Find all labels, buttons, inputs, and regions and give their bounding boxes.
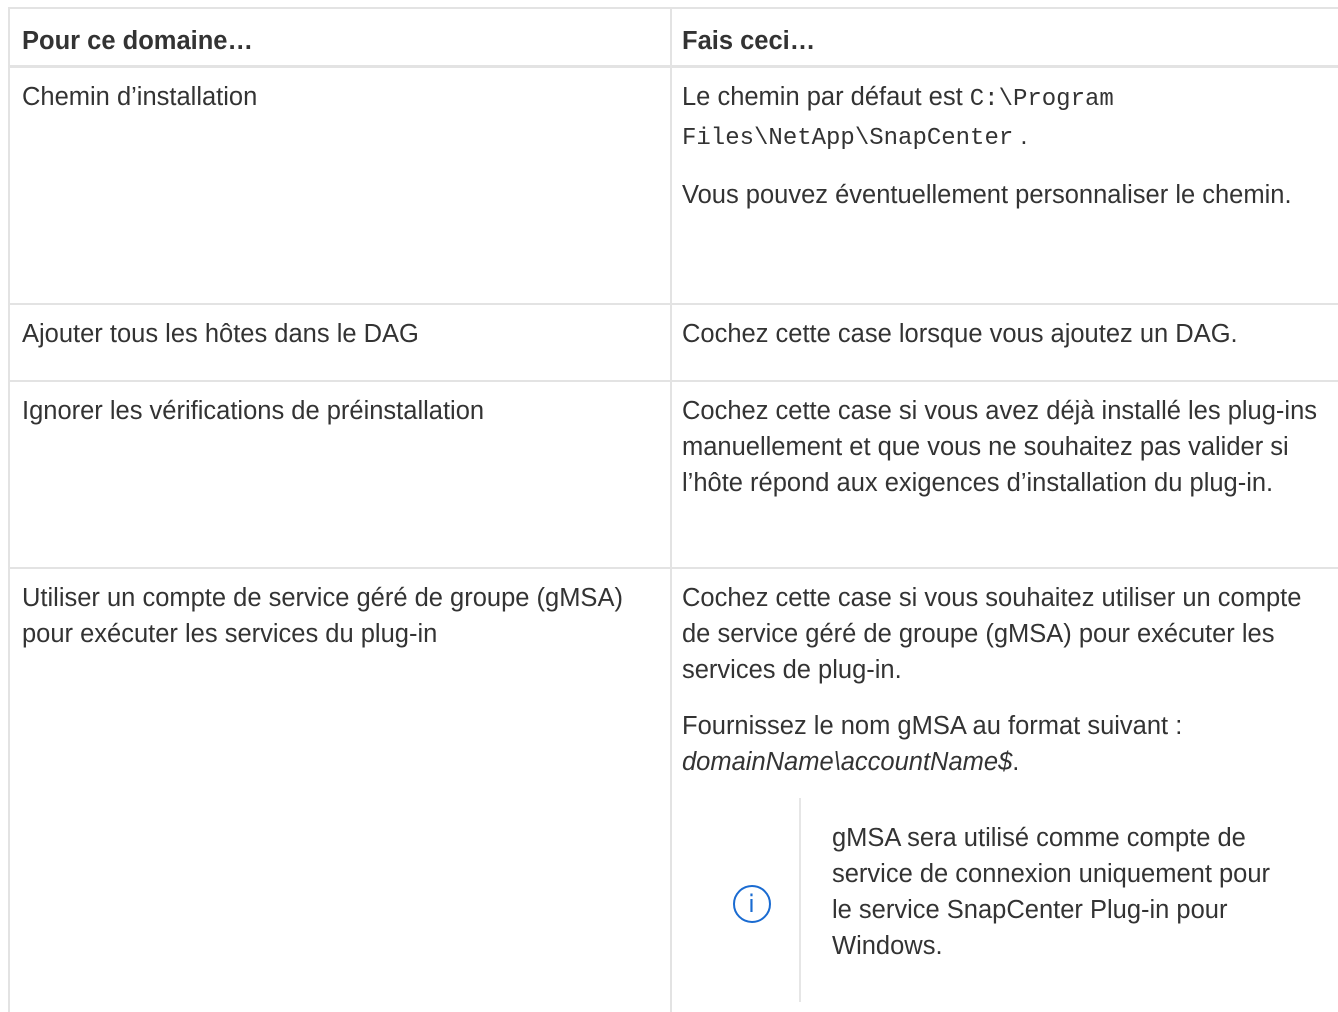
settings-table: Pour ce domaine… Fais ceci… Chemin d’ins… — [8, 7, 1338, 1012]
description-cell: Cochez cette case si vous souhaitez util… — [670, 567, 1338, 1012]
column-header-field: Pour ce domaine… — [8, 7, 672, 68]
field-cell: Utiliser un compte de service géré de gr… — [8, 567, 672, 1012]
table-row: Ajouter tous les hôtes dans le DAG Coche… — [8, 303, 1338, 382]
info-icon: i — [732, 885, 771, 923]
table-row: Chemin d’installation Le chemin par défa… — [8, 65, 1338, 305]
field-cell: Ignorer les vérifications de préinstalla… — [8, 380, 672, 569]
description-paragraph: Cochez cette case si vous avez déjà inst… — [682, 397, 1317, 497]
field-label: Ajouter tous les hôtes dans le DAG — [22, 320, 419, 348]
description-paragraph: Cochez cette case si vous souhaitez util… — [682, 584, 1302, 684]
description-paragraph: Cochez cette case lorsque vous ajoutez u… — [682, 320, 1238, 348]
description-paragraph: Fournissez le nom gMSA au format suivant… — [682, 712, 1183, 776]
note-icon-column: i — [682, 798, 801, 1002]
description-paragraph: Le chemin par défaut est C:\Program Files… — [682, 83, 1114, 152]
column-header-action: Fais ceci… — [670, 7, 1338, 68]
field-cell: Chemin d’installation — [8, 65, 672, 305]
table-header-row: Pour ce domaine… Fais ceci… — [8, 7, 1338, 68]
default-path-code-continued: Files\NetApp\SnapCenter — [682, 125, 1014, 152]
table-row: Ignorer les vérifications de préinstalla… — [8, 380, 1338, 569]
gmsa-format: domainName\accountName$ — [682, 748, 1013, 776]
field-label: Chemin d’installation — [22, 83, 258, 111]
field-cell: Ajouter tous les hôtes dans le DAG — [8, 303, 672, 382]
note-callout: i gMSA sera utilisé comme compte de serv… — [682, 798, 1328, 1002]
field-label: Ignorer les vérifications de préinstalla… — [22, 397, 485, 425]
note-text: gMSA sera utilisé comme compte de servic… — [832, 824, 1271, 960]
table-row: Utiliser un compte de service géré de gr… — [8, 567, 1338, 1012]
description-cell: Cochez cette case lorsque vous ajoutez u… — [670, 303, 1338, 382]
default-path-code: C:\Program — [969, 86, 1114, 113]
field-label: Utiliser un compte de service géré de gr… — [22, 584, 623, 648]
description-cell: Cochez cette case si vous avez déjà inst… — [670, 380, 1338, 569]
description-paragraph: Vous pouvez éventuellement personnaliser… — [682, 181, 1292, 209]
description-cell: Le chemin par défaut est C:\Program Files… — [670, 65, 1338, 305]
